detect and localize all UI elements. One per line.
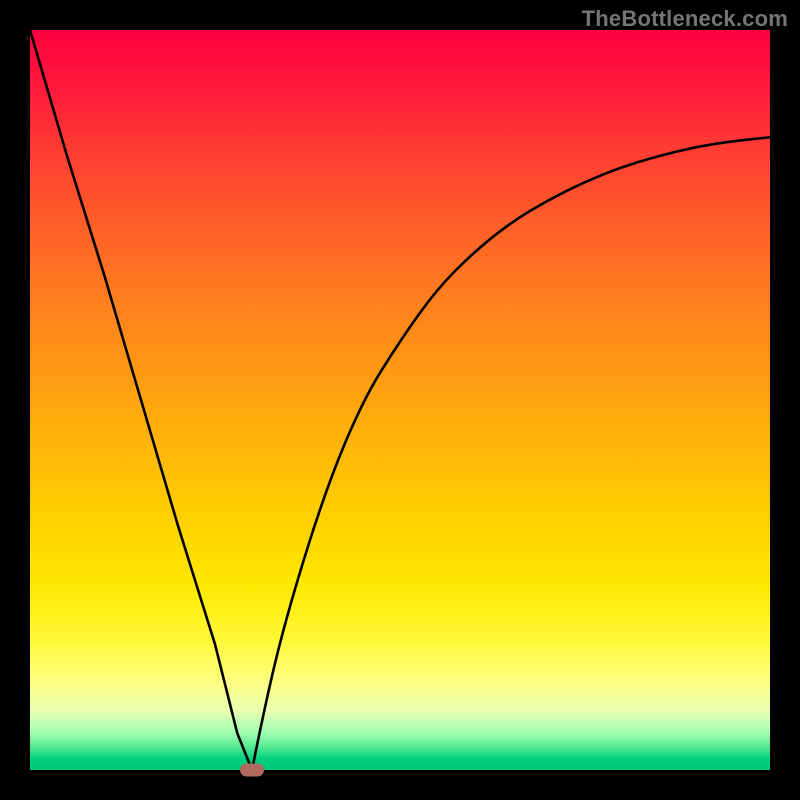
plot-area (30, 30, 770, 770)
right-branch-path (252, 137, 770, 770)
left-branch-path (30, 30, 252, 770)
curve-svg (30, 30, 770, 770)
watermark-text: TheBottleneck.com (582, 6, 788, 32)
chart-stage: TheBottleneck.com (0, 0, 800, 800)
minimum-marker (240, 764, 264, 777)
